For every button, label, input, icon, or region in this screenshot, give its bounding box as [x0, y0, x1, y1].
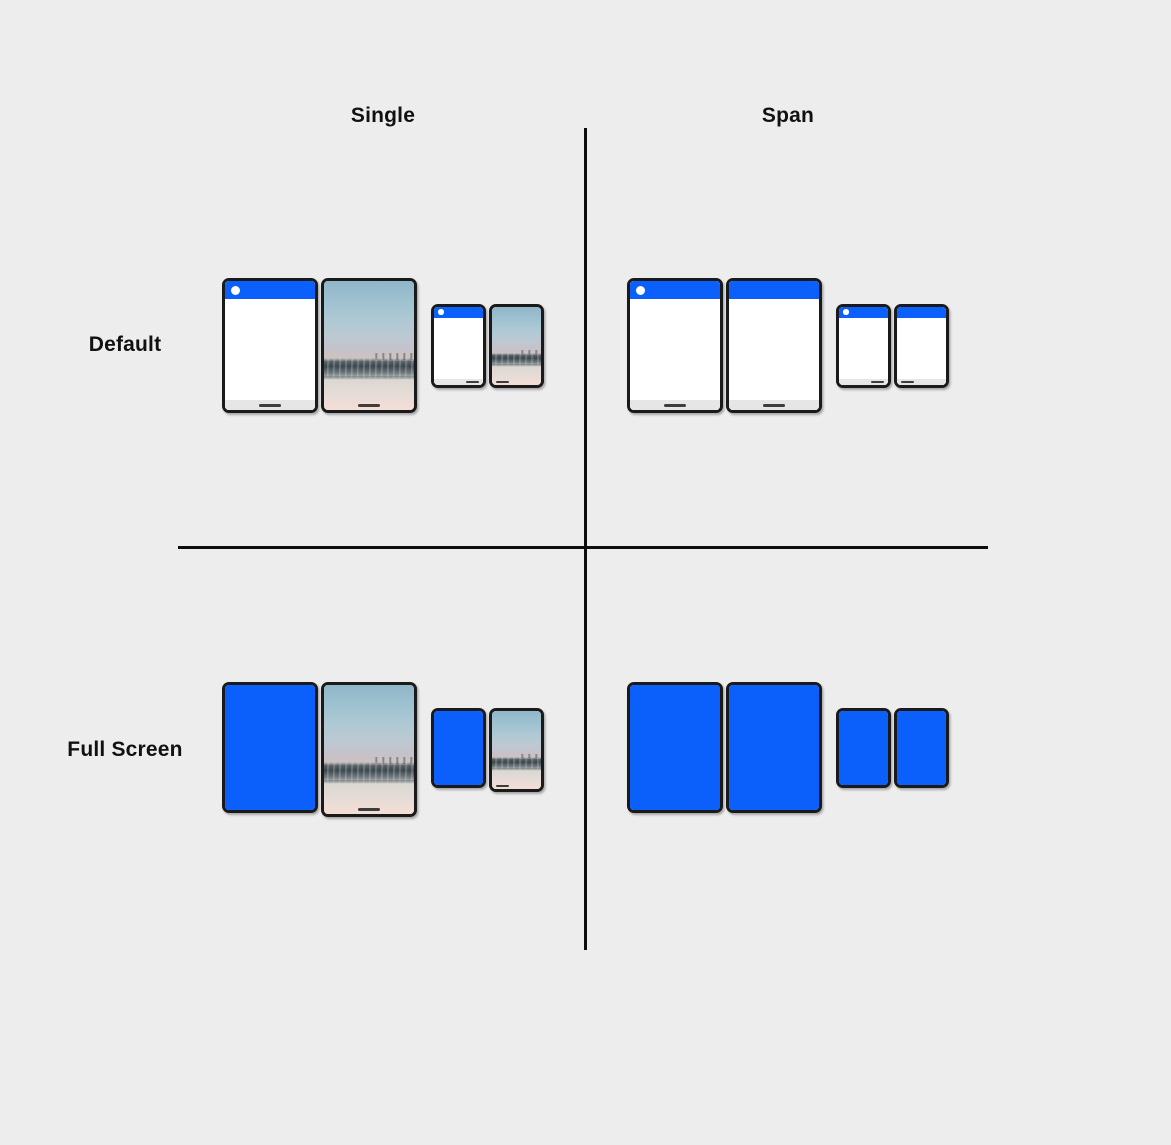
home-screen-wallpaper [492, 710, 541, 789]
device-screen-left [222, 682, 318, 813]
app-content-area [897, 317, 946, 385]
app-window [839, 306, 888, 385]
app-title-bar [225, 281, 315, 299]
device-screen-right [321, 278, 417, 413]
home-indicator-icon [664, 403, 686, 407]
large-dual-screen-device [627, 682, 822, 813]
home-screen-wallpaper [492, 306, 541, 385]
device-screen-right [726, 278, 822, 413]
wallpaper-shoreline [492, 768, 541, 771]
app-title-bar [897, 306, 946, 318]
small-dual-screen-device [431, 707, 544, 792]
cell-span-full-screen [627, 682, 949, 813]
small-dual-screen-device [836, 707, 949, 788]
system-navigation-bar [492, 783, 541, 789]
home-indicator-icon [358, 807, 380, 811]
device-screen-right [894, 303, 949, 388]
wallpaper-shoreline [492, 364, 541, 367]
home-screen-wallpaper [324, 685, 414, 814]
app-indicator-dot [438, 309, 444, 315]
device-screen-left [222, 278, 318, 413]
device-screen-left [836, 707, 891, 788]
home-indicator-icon [763, 403, 785, 407]
system-navigation-bar [492, 379, 541, 385]
row-header-default: Default [88, 333, 162, 356]
app-content-area [839, 317, 888, 385]
home-indicator-icon [496, 784, 509, 787]
wallpaper-shoreline [324, 780, 414, 785]
device-screen-left [627, 278, 723, 413]
app-window [897, 306, 946, 385]
app-title-bar [729, 281, 819, 299]
device-screen-right [321, 682, 417, 817]
app-content-area [630, 299, 720, 410]
device-screen-right [489, 303, 544, 388]
column-header-single: Single [350, 104, 416, 127]
app-title-bar [839, 306, 888, 318]
cell-single-full-screen [222, 682, 544, 817]
app-title-bar [434, 306, 483, 318]
app-window [434, 306, 483, 385]
large-dual-screen-device [627, 278, 822, 413]
app-window-fullscreen [839, 710, 888, 785]
system-navigation-bar [225, 400, 315, 410]
device-screen-right [726, 682, 822, 813]
large-dual-screen-device [222, 682, 417, 817]
system-navigation-bar [897, 378, 946, 385]
home-indicator-icon [901, 380, 914, 383]
large-dual-screen-device [222, 278, 417, 413]
app-window-fullscreen [897, 710, 946, 785]
app-window-fullscreen [630, 685, 720, 810]
app-window [225, 281, 315, 410]
system-navigation-bar [729, 400, 819, 410]
cell-single-default [222, 278, 544, 413]
posture-matrix-diagram: Single Span Default Full Screen [0, 0, 1171, 1145]
app-window [630, 281, 720, 410]
home-indicator-icon [259, 403, 281, 407]
device-screen-right [489, 707, 544, 792]
device-screen-left [836, 303, 891, 388]
app-indicator-dot [231, 285, 240, 295]
app-content-area [225, 299, 315, 410]
app-content-area [434, 317, 483, 385]
app-title-bar [630, 281, 720, 299]
home-indicator-icon [466, 380, 479, 383]
system-navigation-bar [839, 378, 888, 385]
cell-span-default [627, 278, 949, 413]
app-window-fullscreen [729, 685, 819, 810]
home-indicator-icon [496, 380, 509, 383]
app-content-area [729, 299, 819, 410]
home-indicator-icon [871, 380, 884, 383]
app-indicator-dot [843, 309, 849, 315]
app-window [729, 281, 819, 410]
system-navigation-bar [324, 400, 414, 410]
home-screen-wallpaper [324, 281, 414, 410]
column-header-span: Span [761, 104, 815, 127]
device-screen-left [431, 303, 486, 388]
system-navigation-bar [324, 804, 414, 814]
row-header-full-screen: Full Screen [67, 738, 183, 761]
wallpaper-shoreline [324, 376, 414, 381]
system-navigation-bar [630, 400, 720, 410]
horizontal-axis-divider [178, 546, 988, 549]
device-screen-left [627, 682, 723, 813]
home-indicator-icon [358, 403, 380, 407]
small-dual-screen-device [836, 303, 949, 388]
app-indicator-dot [636, 285, 645, 295]
system-navigation-bar [434, 378, 483, 385]
device-screen-right [894, 707, 949, 788]
app-window-fullscreen [434, 710, 483, 785]
small-dual-screen-device [431, 303, 544, 388]
device-screen-left [431, 707, 486, 788]
vertical-axis-divider [584, 128, 587, 950]
app-window-fullscreen [225, 685, 315, 810]
